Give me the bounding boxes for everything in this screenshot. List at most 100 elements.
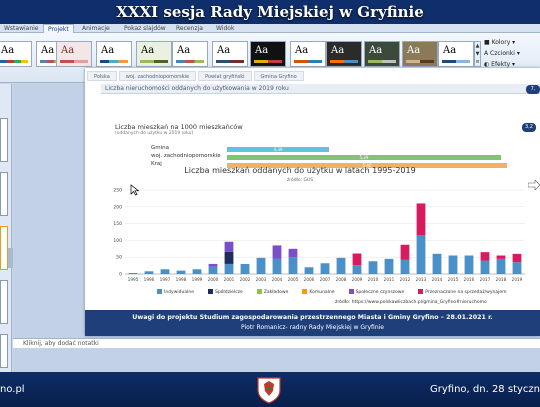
legend-label: Zakładowe [263, 290, 289, 295]
bar-segment [224, 241, 234, 252]
breadcrumb-item[interactable]: Powiat gryfiński [198, 71, 252, 81]
tab-pokaz-slajdow[interactable]: Pokaz slajdów [120, 24, 170, 33]
legend-label: Społeczne czynszowe [355, 290, 405, 295]
tab-projekt[interactable]: Projekt [43, 24, 74, 33]
legend-label: Komunalne [309, 290, 335, 295]
slide-thumbnail[interactable] [0, 118, 8, 162]
theme-thumb[interactable]: Aa [250, 41, 286, 67]
theme-thumb[interactable]: Aa [96, 41, 132, 67]
bar-segment [144, 271, 154, 274]
bar-segment [480, 252, 490, 261]
source-link[interactable]: źródło: https://www.polskawliczbach.pl/g… [335, 300, 487, 305]
x-tick-label: 1995 [128, 277, 139, 282]
theme-thumb[interactable]: Aa [0, 41, 32, 67]
legend-item: Spółdzielcze [207, 289, 243, 297]
bar-segment [496, 255, 506, 259]
bar-segment [432, 253, 442, 274]
slide-thumbnail[interactable] [0, 172, 8, 216]
colors-button[interactable]: ■ Kolory ▾ [484, 37, 540, 48]
legend-item: Zakładowe [256, 289, 289, 297]
breadcrumb: Polska woj. zachodniopomorskie Powiat gryf… [87, 71, 306, 81]
breadcrumb-item[interactable]: woj. zachodniopomorskie [118, 71, 197, 81]
theme-gallery-scroll[interactable]: ▲ ▼ ≡ [474, 41, 481, 67]
tab-animacje[interactable]: Animacje [78, 24, 114, 33]
bar-segment [208, 266, 218, 274]
y-tick-label: 200 [113, 204, 122, 210]
session-title: XXXI sesja Rady Miejskiej w Gryfinie [116, 3, 424, 21]
compare-label-gmina: Gmina [151, 145, 170, 151]
theme-thumb[interactable]: Aa [212, 41, 248, 67]
theme-thumb[interactable]: Aa [326, 41, 362, 67]
compare-label-woj: woj. zachodniopomorskie [151, 153, 221, 159]
x-tick-label: 2019 [512, 277, 523, 282]
bar-segment [208, 263, 218, 267]
theme-thumb[interactable]: Aa [290, 41, 326, 67]
gryfino-crest-icon [257, 377, 281, 404]
compare-bar-gmina: 4,39 [227, 147, 329, 152]
compare-bar-woj: 5,29 [227, 155, 501, 160]
x-tick-label: 1999 [192, 277, 203, 282]
bar-chart: 0 50 100 150 200 250 1995 1996 1997 1998 1999 2000 2… [113, 188, 525, 282]
x-tick-label: 2006 [304, 277, 315, 282]
next-arrow-icon[interactable] [528, 180, 540, 190]
x-tick-label: 2009 [352, 277, 363, 282]
y-tick-label: 150 [113, 221, 122, 227]
footer-bar: no.pl Gryfino, dn. 28 styczn [0, 372, 540, 407]
y-tick-label: 50 [116, 255, 122, 261]
bar-segment [512, 262, 522, 274]
legend-swatch [256, 289, 262, 294]
bar-segment [480, 260, 490, 274]
x-tick-label: 2002 [240, 277, 251, 282]
footer-website: no.pl [0, 384, 25, 395]
bar-segment [416, 235, 426, 274]
bar-segment [224, 251, 234, 264]
bar-segment [352, 265, 362, 274]
bar-segment [368, 261, 378, 274]
section-header: Liczba nieruchomości oddanych do użytkow… [101, 84, 540, 94]
legend-swatch [302, 289, 308, 294]
x-tick-label: 1998 [176, 277, 187, 282]
theme-thumb[interactable]: Aa [402, 41, 438, 67]
x-tick-label: 2000 [208, 277, 219, 282]
x-tick-label: 2012 [400, 277, 411, 282]
breadcrumb-item[interactable]: Gmina Gryfino [253, 71, 304, 81]
bar-segment [464, 255, 474, 274]
bar-segment [304, 267, 314, 274]
x-tick-label: 2007 [320, 277, 331, 282]
theme-thumb[interactable]: Aa [56, 41, 92, 67]
notes-pane[interactable]: Kliknij, aby dodać notatki [13, 338, 540, 348]
slide-thumbnail[interactable] [0, 226, 8, 270]
bar-segment [400, 244, 410, 260]
legend-item: Przeznaczone na sprzedaż/wynajem [418, 289, 507, 297]
theme-thumb[interactable]: Aa [172, 41, 208, 67]
section-subtitle: (oddanych do użytku w 2019 roku) [115, 131, 194, 136]
caption-author: Piotr Romanicz- radny Rady Miejskiej w G… [241, 324, 384, 331]
tab-wstawianie[interactable]: Wstawianie [0, 24, 43, 33]
y-tick-label: 0 [119, 272, 122, 278]
fonts-button[interactable]: A Czcionki ▾ [484, 48, 540, 59]
x-tick-label: 2003 [256, 277, 267, 282]
breadcrumb-item[interactable]: Polska [87, 71, 117, 81]
x-tick-label: 2010 [368, 277, 379, 282]
mouse-cursor-icon [130, 184, 140, 196]
slide-caption: Uwagi do projektu Studium zagospodarowan… [85, 310, 540, 336]
theme-thumb[interactable]: Aa [136, 41, 172, 67]
legend-swatch [418, 289, 424, 294]
x-tick-label: 2011 [384, 277, 395, 282]
theme-thumb[interactable]: Aa [364, 41, 400, 67]
slide-thumbnails-pane [0, 84, 13, 372]
bar-segment [416, 203, 426, 236]
slide-thumbnail[interactable] [0, 280, 8, 324]
ribbon-tabs: Wstawianie Projekt Animacje Pokaz slajdó… [0, 24, 540, 33]
current-slide[interactable]: Polska woj. zachodniopomorskie Powiat gryf… [85, 68, 540, 336]
slide-thumbnail[interactable] [0, 334, 8, 368]
theme-thumb[interactable]: Aa [438, 41, 474, 67]
tab-widok[interactable]: Widok [212, 24, 238, 33]
chart-title: Liczba mieszkań oddanych do użytku w lat… [184, 166, 416, 175]
x-tick-label: 2004 [272, 277, 283, 282]
bar-segment [288, 257, 298, 274]
bar-segment [448, 255, 458, 274]
y-tick-label: 100 [113, 238, 122, 244]
bar-segment [128, 272, 138, 274]
tab-recenzja[interactable]: Recenzja [172, 24, 207, 33]
